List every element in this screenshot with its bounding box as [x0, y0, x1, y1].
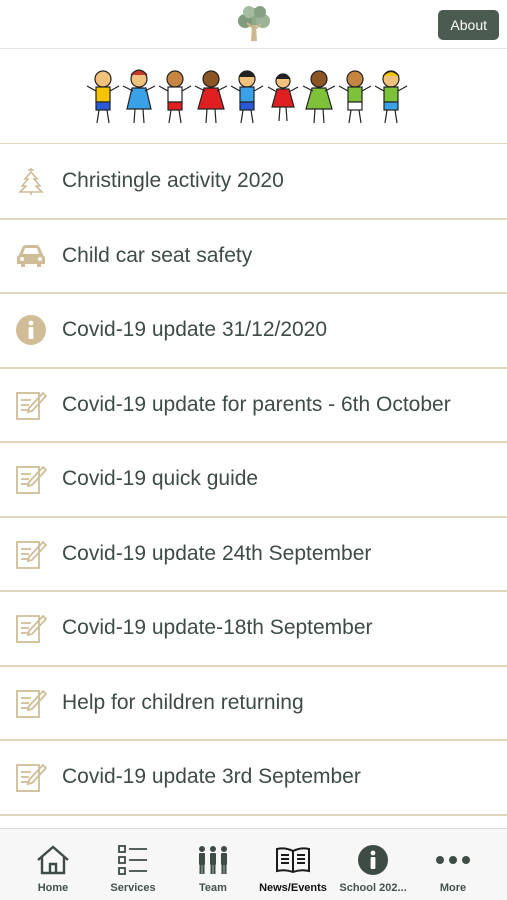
list-item-label: Covid-19 update 24th September — [62, 541, 372, 565]
note-edit-icon — [14, 611, 48, 645]
children-illustration — [86, 69, 408, 124]
banner-image — [0, 49, 507, 144]
note-edit-icon — [14, 537, 48, 571]
list-item[interactable]: Child car seat safety — [0, 219, 507, 294]
list-item-label: Covid-19 update-18th September — [62, 616, 373, 640]
list-item[interactable]: Help for children returning — [0, 666, 507, 741]
note-edit-icon — [14, 388, 48, 422]
list-item-label: Covid-19 update for parents - 6th Octobe… — [62, 392, 451, 416]
tab-services[interactable]: Services — [93, 829, 173, 900]
tab-label: News/Events — [259, 882, 327, 894]
info-icon — [355, 843, 391, 877]
tab-school[interactable]: School 202... — [333, 829, 413, 900]
news-list: Christingle activity 2020 Child car seat… — [0, 145, 507, 816]
note-edit-icon — [14, 760, 48, 794]
list-item-label: Child car seat safety — [62, 243, 253, 267]
list-item[interactable]: Covid-19 update 31/12/2020 — [0, 294, 507, 369]
list-item-label: Christingle activity 2020 — [62, 169, 284, 193]
list-item-label: Covid-19 update 31/12/2020 — [62, 318, 328, 342]
top-header: About — [0, 0, 507, 49]
list-item-label: Covid-19 quick guide — [62, 467, 259, 491]
tab-more[interactable]: More — [413, 829, 493, 900]
tree-logo-icon — [238, 6, 270, 41]
note-edit-icon — [14, 462, 48, 496]
tab-team[interactable]: Team — [173, 829, 253, 900]
tab-label: Team — [199, 882, 227, 894]
list-item-label: Help for children returning — [62, 690, 304, 714]
more-icon — [435, 843, 471, 877]
book-icon — [275, 843, 311, 877]
christmas-tree-icon — [14, 164, 48, 198]
tab-label: Home — [37, 882, 69, 894]
tab-label: School 202... — [339, 882, 407, 894]
list-item[interactable]: Covid-19 quick guide — [0, 443, 507, 518]
home-icon — [35, 843, 71, 877]
tab-label: More — [439, 882, 467, 894]
list-item[interactable]: Covid-19 update 24th September — [0, 517, 507, 592]
list-icon — [115, 843, 151, 877]
note-edit-icon — [14, 686, 48, 720]
tab-news-events[interactable]: News/Events — [253, 829, 333, 900]
info-icon — [14, 313, 48, 347]
app-screen: About Christingle activity 2020 Child ca… — [0, 0, 507, 900]
tab-home[interactable]: Home — [13, 829, 93, 900]
list-item[interactable]: Covid-19 update for parents - 6th Octobe… — [0, 368, 507, 443]
tab-label: Services — [110, 882, 156, 894]
about-button[interactable]: About — [438, 10, 499, 40]
team-icon — [195, 843, 231, 877]
car-icon — [14, 239, 48, 273]
bottom-tab-bar: Home Services Team News/Events School 20… — [0, 828, 507, 900]
list-item-label: Covid-19 update 3rd September — [62, 765, 361, 789]
list-item[interactable]: Christingle activity 2020 — [0, 145, 507, 220]
list-item[interactable]: Covid-19 update-18th September — [0, 592, 507, 667]
list-item[interactable]: Covid-19 update 3rd September — [0, 741, 507, 816]
